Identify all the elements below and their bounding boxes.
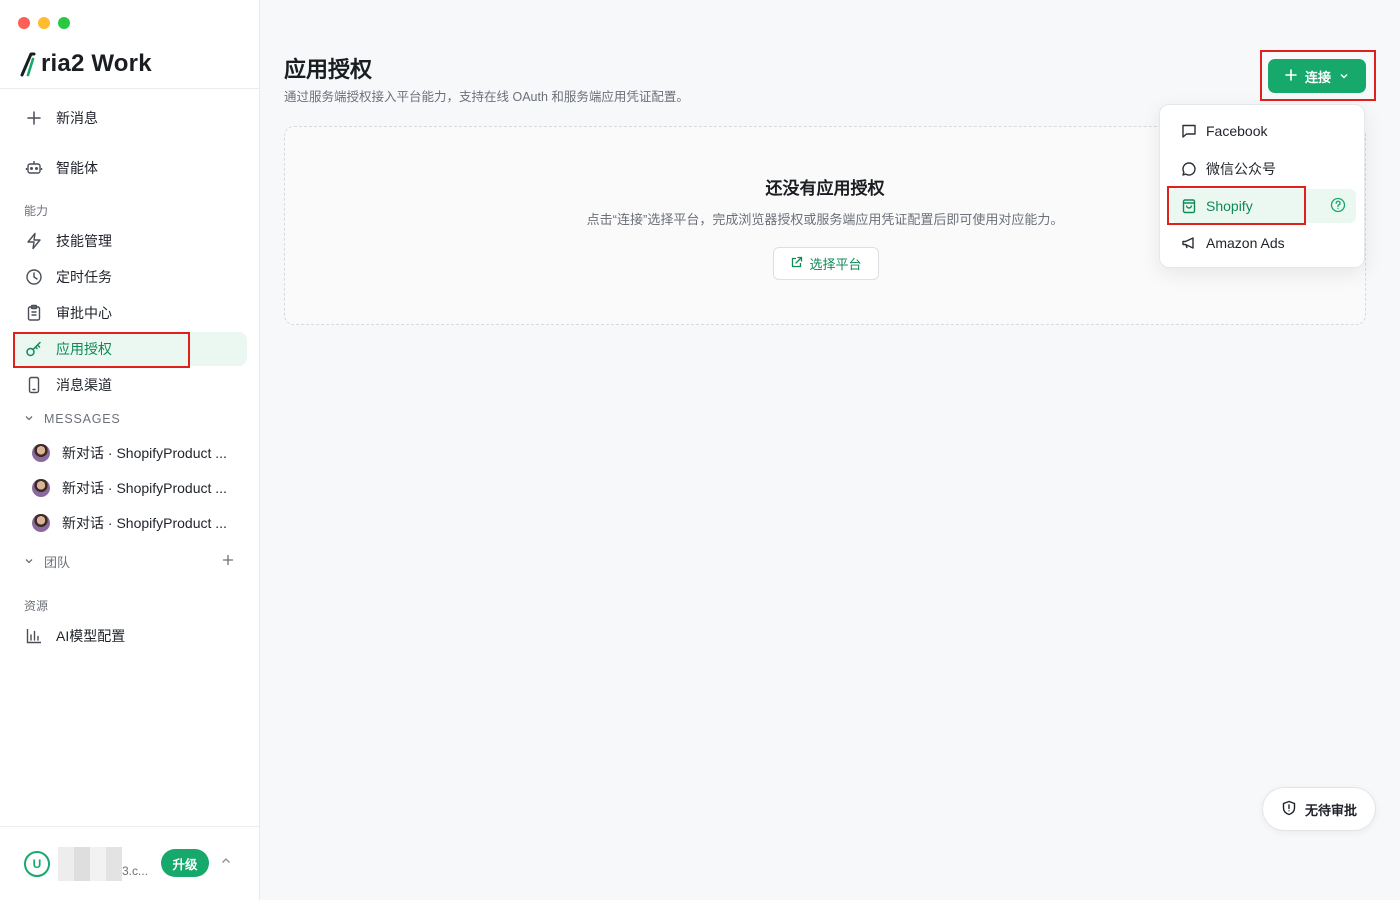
list-item[interactable]: 新对话 · ShopifyProduct ...	[32, 438, 247, 468]
connect-button[interactable]: 连接	[1268, 59, 1366, 93]
sidebar-item-label: 消息渠道	[56, 377, 112, 393]
upgrade-button[interactable]: 升级	[161, 849, 209, 877]
new-message-button[interactable]: 新消息	[14, 101, 247, 135]
menu-item-amazon-ads[interactable]: Amazon Ads	[1170, 226, 1356, 260]
window-controls	[18, 17, 70, 29]
megaphone-icon	[1180, 234, 1198, 252]
message-circle-icon	[1180, 160, 1198, 178]
sidebar-item-label: 定时任务	[56, 269, 112, 285]
sidebar: ria2 Work 新消息 智能体 能力 技能管理 定时任务 审批中心 应用授权…	[0, 0, 260, 900]
app-logo: ria2 Work	[20, 50, 152, 78]
app-brand-name: ria2 Work	[41, 50, 152, 77]
menu-item-label: Shopify	[1206, 198, 1253, 214]
shield-icon	[1281, 800, 1297, 819]
section-label-resources: 资源	[24, 599, 49, 613]
new-message-label: 新消息	[56, 110, 98, 126]
message-square-icon	[1180, 122, 1198, 140]
bar-chart-icon	[24, 626, 44, 646]
list-item[interactable]: 新对话 · ShopifyProduct ...	[32, 473, 247, 503]
choose-platform-label: 选择平台	[809, 257, 862, 272]
add-team-button[interactable]	[222, 553, 234, 571]
avatar	[32, 479, 50, 497]
phone-icon	[24, 375, 44, 395]
sidebar-item-skills[interactable]: 技能管理	[14, 224, 247, 258]
shopping-bag-icon	[1180, 197, 1198, 215]
lightning-icon	[24, 231, 44, 251]
minimize-window-button[interactable]	[38, 17, 50, 29]
list-item[interactable]: 新对话 · ShopifyProduct ...	[32, 508, 247, 538]
choose-platform-button[interactable]: 选择平台	[773, 247, 879, 280]
page-title: 应用授权	[284, 57, 373, 82]
connect-label: 连接	[1304, 69, 1331, 85]
sidebar-item-ai-model-config[interactable]: AI模型配置	[14, 619, 247, 653]
clipboard-icon	[24, 303, 44, 323]
chevron-down-icon[interactable]	[24, 554, 34, 569]
conversation-title: 新对话 · ShopifyProduct ...	[62, 515, 227, 531]
chevron-down-icon	[24, 412, 34, 426]
chevron-down-icon	[1339, 69, 1349, 84]
pending-approval-button[interactable]: 无待审批	[1262, 787, 1376, 831]
help-circle-icon[interactable]	[1330, 197, 1346, 216]
avatar	[32, 444, 50, 462]
redacted-username	[58, 847, 122, 881]
connect-dropdown-menu: Facebook 微信公众号 Shopify Amazon Ads	[1159, 104, 1365, 268]
conversation-title: 新对话 · ShopifyProduct ...	[62, 445, 227, 461]
conversation-title: 新对话 · ShopifyProduct ...	[62, 480, 227, 496]
approval-label: 无待审批	[1304, 802, 1357, 818]
menu-item-wechat[interactable]: 微信公众号	[1170, 152, 1356, 186]
close-window-button[interactable]	[18, 17, 30, 29]
sidebar-item-scheduled-tasks[interactable]: 定时任务	[14, 260, 247, 294]
sidebar-item-message-channels[interactable]: 消息渠道	[14, 368, 247, 402]
menu-item-label: Facebook	[1206, 123, 1268, 139]
sidebar-item-label: 技能管理	[56, 233, 112, 249]
sidebar-item-label: 智能体	[56, 160, 98, 176]
robot-icon	[24, 158, 44, 178]
menu-item-label: 微信公众号	[1206, 161, 1276, 177]
sidebar-item-approval-center[interactable]: 审批中心	[14, 296, 247, 330]
team-header: 团队	[44, 555, 71, 570]
menu-item-shopify[interactable]: Shopify	[1170, 189, 1356, 223]
avatar[interactable]: U	[24, 851, 50, 877]
sidebar-item-app-auth[interactable]: 应用授权	[14, 332, 247, 366]
page-subtitle: 通过服务端授权接入平台能力，支持在线 OAuth 和服务端应用凭证配置。	[284, 90, 689, 104]
user-bar: U 3.c... 升级	[0, 826, 259, 900]
section-label-capability: 能力	[24, 204, 49, 218]
avatar	[32, 514, 50, 532]
messages-section-toggle[interactable]: MESSAGES	[24, 412, 121, 426]
chevron-up-icon[interactable]	[220, 855, 232, 870]
sidebar-item-label: AI模型配置	[56, 628, 126, 644]
messages-header: MESSAGES	[44, 412, 121, 426]
sidebar-item-label: 审批中心	[56, 305, 112, 321]
menu-item-label: Amazon Ads	[1206, 235, 1285, 251]
divider	[0, 88, 259, 89]
key-icon	[24, 339, 44, 359]
team-section: 团队	[24, 552, 234, 571]
sidebar-item-agents[interactable]: 智能体	[14, 151, 247, 185]
user-email: 3.c...	[122, 864, 149, 878]
plus-icon	[24, 108, 44, 128]
plus-icon	[1285, 68, 1297, 84]
maximize-window-button[interactable]	[58, 17, 70, 29]
menu-item-facebook[interactable]: Facebook	[1170, 114, 1356, 148]
external-link-icon	[790, 256, 803, 272]
sidebar-item-label: 应用授权	[56, 341, 112, 357]
clock-icon	[24, 267, 44, 287]
logo-mark-icon	[20, 51, 40, 77]
